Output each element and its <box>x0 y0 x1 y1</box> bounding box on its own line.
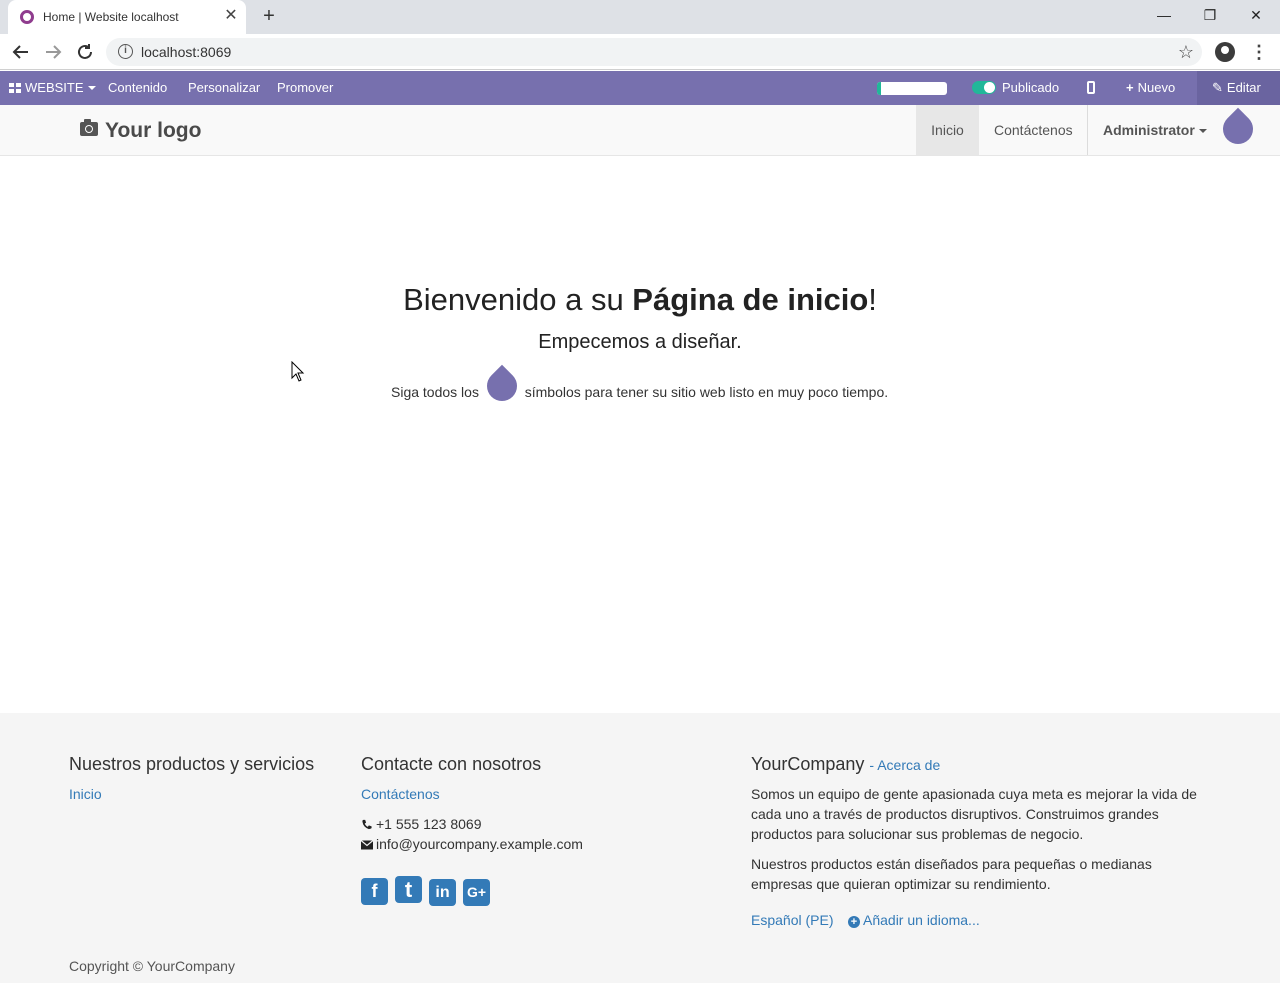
odoo-favicon-icon <box>20 10 34 24</box>
nav-contactenos[interactable]: Contáctenos <box>979 105 1088 155</box>
publish-toggle[interactable]: Publicado <box>972 71 1059 105</box>
new-label: Nuevo <box>1137 80 1176 95</box>
website-menu[interactable]: WEBSITE <box>9 71 96 105</box>
bookmark-star-icon[interactable]: ☆ <box>1178 41 1194 63</box>
social-links: f t in G+ <box>361 876 497 906</box>
title-bold: Página de inicio <box>632 282 869 317</box>
profile-icon[interactable] <box>1215 42 1235 62</box>
footer-inicio-link[interactable]: Inicio <box>69 786 102 802</box>
about-paragraph-1: Somos un equipo de gente apasionada cuya… <box>751 786 1197 842</box>
phone-icon <box>362 819 372 830</box>
facebook-icon[interactable]: f <box>361 878 388 905</box>
copyright: Copyright © YourCompany <box>69 958 235 974</box>
website-tip-drop-icon[interactable] <box>1216 107 1260 151</box>
personalizar-menu[interactable]: Personalizar <box>188 71 260 105</box>
language-link[interactable]: Español (PE) <box>751 912 833 928</box>
phone-text: +1 555 123 8069 <box>376 816 482 832</box>
tab-title: Home | Website localhost <box>43 10 179 24</box>
user-menu[interactable]: Administrator <box>1088 105 1222 155</box>
company-name: YourCompany <box>751 754 865 774</box>
website-admin-bar: WEBSITE Contenido Personalizar Promover … <box>0 71 1280 105</box>
address-url: localhost:8069 <box>141 44 232 60</box>
add-language-label: Añadir un idioma... <box>863 912 980 928</box>
plus-circle-icon: + <box>848 916 860 928</box>
email-text: info@yourcompany.example.com <box>376 836 583 852</box>
browser-tabbar: Home | Website localhost ✕ + — ❐ ✕ <box>0 0 1280 34</box>
about-paragraph-2: Nuestros productos están diseñados para … <box>751 856 1152 892</box>
site-footer: Nuestros productos y servicios Inicio Co… <box>0 713 1280 983</box>
apps-grid-icon <box>9 83 21 93</box>
camera-icon <box>80 119 98 136</box>
browser-menu-icon[interactable]: ⋮ <box>1250 40 1268 64</box>
seo-progress-bar[interactable] <box>877 82 947 95</box>
new-tab-icon[interactable]: + <box>258 5 280 27</box>
edit-label: Editar <box>1226 80 1261 95</box>
welcome-hint: Siga todos los símbolos para tener su si… <box>391 364 889 408</box>
address-bar[interactable]: i localhost:8069 ☆ <box>106 38 1202 66</box>
restore-icon[interactable]: ❐ <box>1187 0 1233 30</box>
title-prefix: Bienvenido a su <box>403 282 633 317</box>
pencil-icon: ✎ <box>1212 80 1223 95</box>
contenido-menu[interactable]: Contenido <box>108 71 167 105</box>
footer-phone: +1 555 123 8069 <box>361 814 482 834</box>
nav-inicio[interactable]: Inicio <box>916 105 979 155</box>
forward-icon[interactable] <box>41 40 65 64</box>
edit-button[interactable]: ✎ Editar <box>1212 71 1261 105</box>
logo-text: Your logo <box>105 119 202 142</box>
linkedin-icon[interactable]: in <box>429 879 456 906</box>
company-title: YourCompany - Acerca de <box>751 754 940 775</box>
welcome-subtitle: Empecemos a diseñar. <box>538 331 742 353</box>
hint-before: Siga todos los <box>391 384 479 400</box>
site-info-icon[interactable]: i <box>118 44 133 59</box>
symbol-drop-icon <box>480 364 524 408</box>
user-name: Administrator <box>1103 122 1195 138</box>
title-suffix: ! <box>868 282 877 317</box>
mobile-icon <box>1087 81 1095 94</box>
close-window-icon[interactable]: ✕ <box>1233 0 1279 30</box>
caret-down-icon <box>1198 129 1207 133</box>
products-title: Nuestros productos y servicios <box>69 754 315 774</box>
contact-title: Contacte con nosotros <box>361 754 542 774</box>
welcome-title: Bienvenido a su Página de inicio! <box>0 282 1280 318</box>
footer-contactenos-link[interactable]: Contáctenos <box>361 786 440 802</box>
reload-icon[interactable] <box>73 40 97 64</box>
close-tab-icon[interactable]: ✕ <box>222 7 240 25</box>
browser-toolbar: i localhost:8069 ☆ ⋮ <box>0 34 1280 70</box>
site-header: Your logo Inicio Contáctenos Administrat… <box>0 105 1280 156</box>
browser-tab[interactable]: Home | Website localhost ✕ <box>8 0 246 34</box>
back-icon[interactable] <box>9 40 33 64</box>
about-link[interactable]: - Acerca de <box>869 757 940 773</box>
plus-icon: + <box>1126 80 1134 95</box>
new-button[interactable]: + Nuevo <box>1126 71 1175 105</box>
minimize-icon[interactable]: — <box>1141 0 1187 30</box>
add-language-link[interactable]: + Añadir un idioma... <box>848 912 980 928</box>
caret-down-icon <box>87 86 96 90</box>
toggle-on-icon <box>972 81 996 94</box>
site-logo[interactable]: Your logo <box>80 119 201 143</box>
envelope-icon <box>361 840 373 850</box>
promover-menu[interactable]: Promover <box>277 71 333 105</box>
footer-email: info@yourcompany.example.com <box>361 834 583 854</box>
mobile-preview-button[interactable] <box>1087 71 1095 105</box>
google-plus-icon[interactable]: G+ <box>463 879 490 906</box>
seo-progress-fill <box>877 82 881 95</box>
twitter-icon[interactable]: t <box>395 876 422 903</box>
mouse-cursor-icon <box>291 361 305 382</box>
hint-drop-wrap <box>480 364 524 408</box>
website-menu-label: WEBSITE <box>25 80 84 95</box>
hint-after: símbolos para tener su sitio web listo e… <box>524 384 889 400</box>
publish-label: Publicado <box>1002 80 1060 95</box>
